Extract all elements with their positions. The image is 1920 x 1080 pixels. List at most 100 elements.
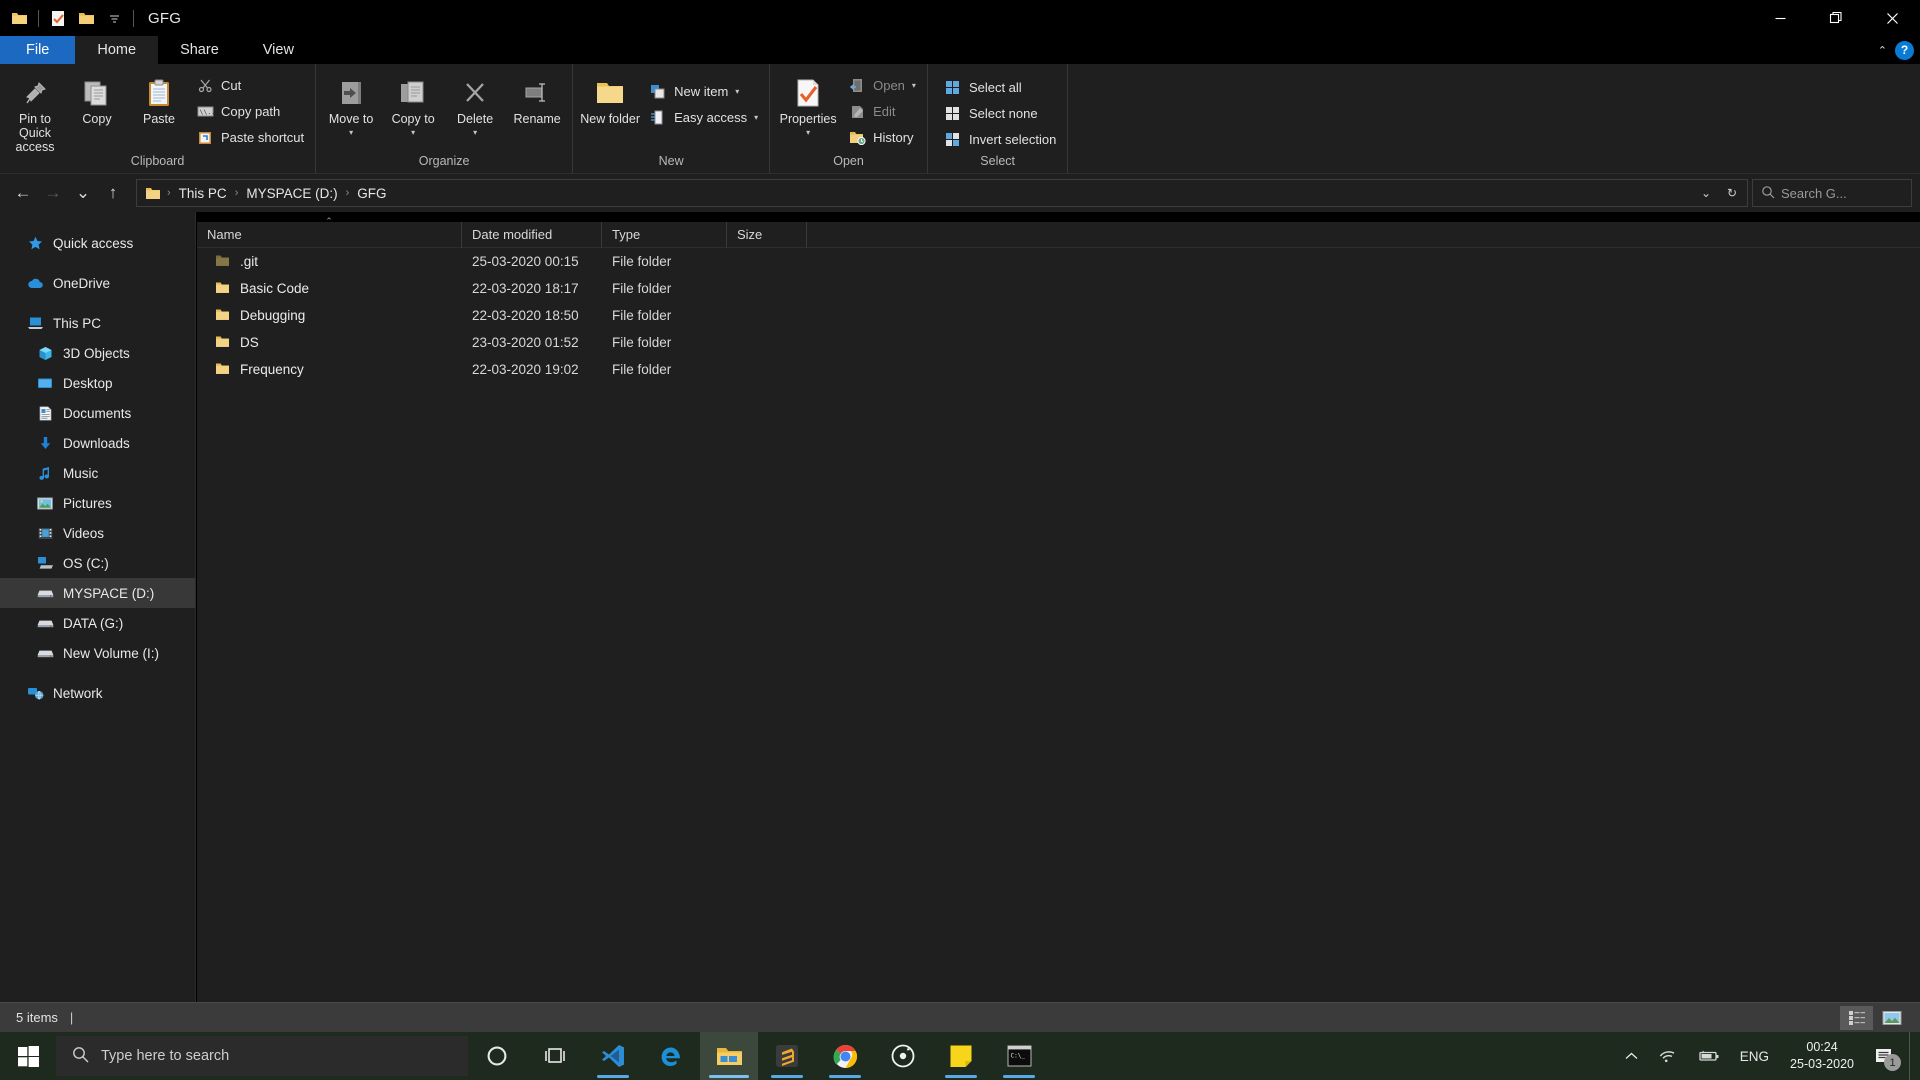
start-button[interactable] xyxy=(0,1032,56,1080)
select-none-button[interactable]: Select none xyxy=(942,100,1063,126)
tab-file[interactable]: File xyxy=(0,36,76,64)
easy-access-button[interactable]: Easy access ▾ xyxy=(647,104,765,130)
chevron-down-icon[interactable]: ▾ xyxy=(735,87,739,96)
refresh-icon[interactable]: ↻ xyxy=(1719,180,1745,206)
copy-to-button[interactable]: Copy to ▾ xyxy=(382,70,444,144)
column-header-date-modified[interactable]: Date modified xyxy=(462,221,602,248)
chevron-down-icon[interactable]: ▾ xyxy=(806,126,810,140)
invert-selection-button[interactable]: Invert selection xyxy=(942,126,1063,152)
file-name-cell[interactable]: Basic Code xyxy=(197,281,462,297)
table-row[interactable]: .git 25-03-2020 00:15 File folder xyxy=(197,248,1920,275)
sidebar-item-quick-access[interactable]: Quick access xyxy=(0,228,195,258)
forward-button[interactable]: → xyxy=(38,178,68,208)
table-row[interactable]: Basic Code 22-03-2020 18:17 File folder xyxy=(197,275,1920,302)
search-input[interactable]: Search G... xyxy=(1752,179,1912,207)
file-name-cell[interactable]: Frequency xyxy=(197,362,462,378)
battery-icon[interactable] xyxy=(1688,1032,1729,1080)
sidebar-item-os-c[interactable]: OS (C:) xyxy=(0,548,195,578)
tab-home[interactable]: Home xyxy=(75,36,159,64)
file-name-cell[interactable]: .git xyxy=(197,254,462,270)
sidebar-item-music[interactable]: Music xyxy=(0,458,195,488)
new-item-button[interactable]: New item ▾ xyxy=(647,78,765,104)
maximize-button[interactable] xyxy=(1808,0,1864,36)
notifications-button[interactable]: 1 xyxy=(1866,1032,1907,1080)
sidebar-item-videos[interactable]: Videos xyxy=(0,518,195,548)
language-indicator[interactable]: ENG xyxy=(1731,1032,1778,1080)
column-header-type[interactable]: Type xyxy=(602,221,727,248)
recent-locations-button[interactable]: ⌄ xyxy=(68,178,98,208)
move-to-button[interactable]: Move to ▾ xyxy=(320,70,382,144)
wifi-icon[interactable] xyxy=(1649,1032,1686,1080)
clock[interactable]: 00:24 25-03-2020 xyxy=(1780,1032,1864,1080)
sidebar-item-onedrive[interactable]: OneDrive xyxy=(0,268,195,298)
edit-button[interactable]: Edit xyxy=(846,98,923,124)
sticky-notes-icon[interactable] xyxy=(932,1032,990,1080)
close-button[interactable] xyxy=(1864,0,1920,36)
sidebar-item-network[interactable]: Network xyxy=(0,678,195,708)
breadcrumb-dropdown-icon[interactable]: ⌄ xyxy=(1693,180,1719,206)
chevron-down-icon[interactable]: ▾ xyxy=(411,126,415,140)
back-button[interactable]: ← xyxy=(8,178,38,208)
minimize-button[interactable] xyxy=(1752,0,1808,36)
new-folder-icon[interactable] xyxy=(73,5,99,31)
sidebar-item-new-volume-i[interactable]: New Volume (I:) xyxy=(0,638,195,668)
sidebar-item-data-g[interactable]: DATA (G:) xyxy=(0,608,195,638)
task-view-icon[interactable] xyxy=(526,1032,584,1080)
sidebar-item-3d-objects[interactable]: 3D Objects xyxy=(0,338,195,368)
taskbar-search-input[interactable]: Type here to search xyxy=(56,1036,468,1076)
tab-view[interactable]: View xyxy=(241,36,316,64)
file-list[interactable]: .git 25-03-2020 00:15 File folder Basic … xyxy=(197,248,1920,1002)
cortana-icon[interactable] xyxy=(468,1032,526,1080)
tab-share[interactable]: Share xyxy=(158,36,241,64)
table-row[interactable]: Frequency 22-03-2020 19:02 File folder xyxy=(197,356,1920,383)
explorer-icon[interactable] xyxy=(6,5,32,31)
edge-icon[interactable] xyxy=(642,1032,700,1080)
new-folder-button[interactable]: New folder xyxy=(577,70,643,130)
tray-overflow-button[interactable] xyxy=(1616,1032,1647,1080)
sidebar-item-pictures[interactable]: Pictures xyxy=(0,488,195,518)
terminal-icon[interactable]: C:\_ xyxy=(990,1032,1048,1080)
breadcrumb-item-this-pc[interactable]: This PC xyxy=(173,184,233,203)
help-button[interactable]: ? xyxy=(1895,40,1914,60)
table-row[interactable]: DS 23-03-2020 01:52 File folder xyxy=(197,329,1920,356)
open-button[interactable]: Open ▾ xyxy=(846,72,923,98)
column-header-name[interactable]: ⌃ Name xyxy=(197,216,462,248)
chevron-down-icon[interactable]: ▾ xyxy=(754,113,758,122)
table-row[interactable]: Debugging 22-03-2020 18:50 File folder xyxy=(197,302,1920,329)
sidebar-item-documents[interactable]: Documents xyxy=(0,398,195,428)
sidebar-item-this-pc[interactable]: This PC xyxy=(0,308,195,338)
select-all-button[interactable]: Select all xyxy=(942,74,1063,100)
properties-icon[interactable] xyxy=(45,5,71,31)
cut-button[interactable]: Cut xyxy=(194,72,311,98)
sidebar-item-desktop[interactable]: Desktop xyxy=(0,368,195,398)
collapse-ribbon-icon[interactable]: ⌃ xyxy=(1878,44,1887,57)
sidebar-item-downloads[interactable]: Downloads xyxy=(0,428,195,458)
vscode-icon[interactable] xyxy=(584,1032,642,1080)
sublime-text-icon[interactable] xyxy=(758,1032,816,1080)
chevron-down-icon[interactable]: ▾ xyxy=(473,126,477,140)
sidebar-item-myspace-d[interactable]: MYSPACE (D:) xyxy=(0,578,195,608)
file-name-cell[interactable]: DS xyxy=(197,335,462,351)
copy-button[interactable]: Copy xyxy=(66,70,128,130)
paste-button[interactable]: Paste xyxy=(128,70,190,130)
history-button[interactable]: History xyxy=(846,124,923,150)
chevron-down-icon[interactable]: ▾ xyxy=(912,81,916,90)
chevron-down-icon[interactable]: ▾ xyxy=(349,126,353,140)
file-explorer-icon[interactable] xyxy=(700,1032,758,1080)
paste-shortcut-button[interactable]: Paste shortcut xyxy=(194,124,311,150)
customize-qat-icon[interactable] xyxy=(101,5,127,31)
column-header-size[interactable]: Size xyxy=(727,221,807,248)
breadcrumb-item-myspace[interactable]: MYSPACE (D:) xyxy=(240,184,343,203)
pin-to-quick-access-button[interactable]: Pin to Quick access xyxy=(4,70,66,158)
media-player-icon[interactable] xyxy=(874,1032,932,1080)
details-view-button[interactable] xyxy=(1840,1005,1873,1030)
breadcrumb[interactable]: › This PC › MYSPACE (D:) › GFG ⌄ ↻ xyxy=(136,179,1748,207)
show-desktop-button[interactable] xyxy=(1909,1032,1916,1080)
large-icons-view-button[interactable] xyxy=(1875,1006,1908,1030)
navigation-pane[interactable]: Quick access OneDrive This PC 3D Objects xyxy=(0,212,196,1002)
copy-path-button[interactable]: \\.. Copy path xyxy=(194,98,311,124)
delete-button[interactable]: Delete ▾ xyxy=(444,70,506,144)
chrome-icon[interactable] xyxy=(816,1032,874,1080)
properties-button[interactable]: Properties ▾ xyxy=(774,70,842,144)
breadcrumb-item-gfg[interactable]: GFG xyxy=(351,184,392,203)
